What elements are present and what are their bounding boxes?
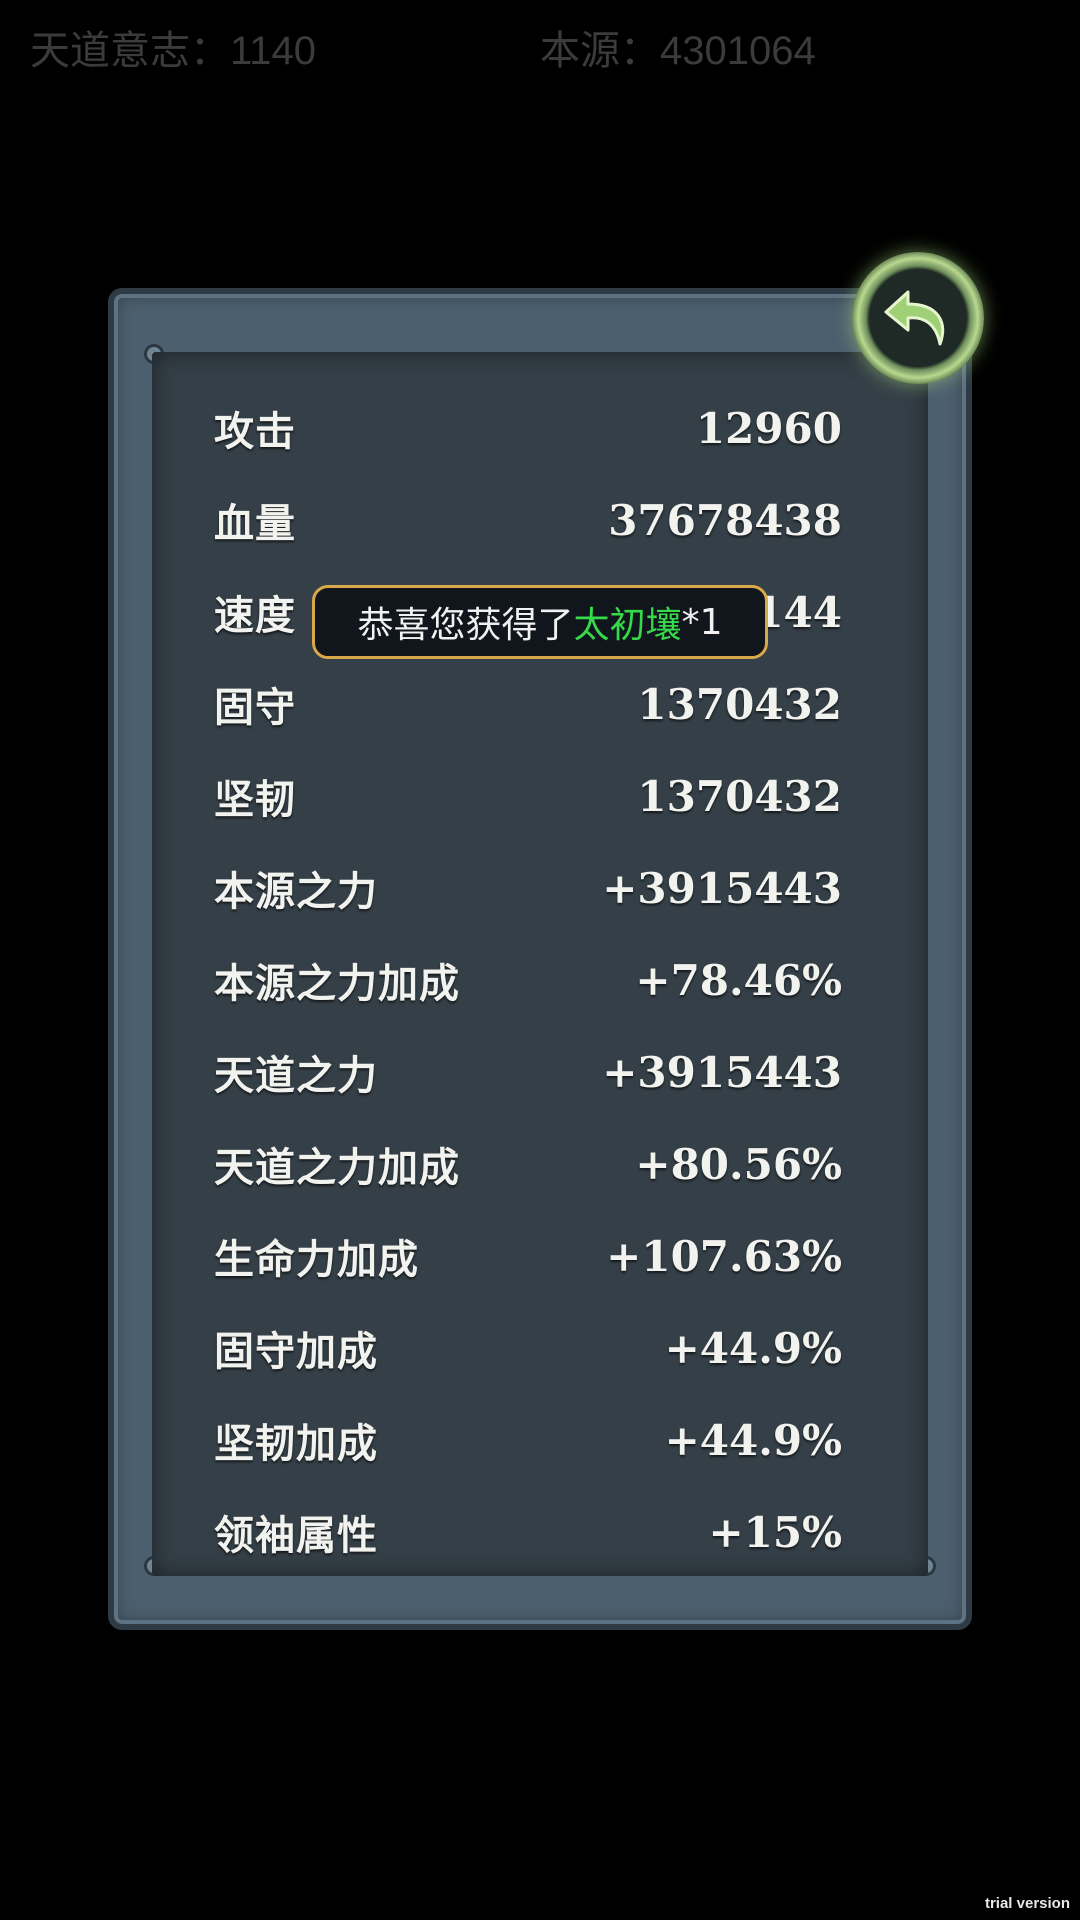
trial-watermark: trial version [984,1895,1070,1912]
stat-value: +15% [708,1507,842,1557]
stat-value: +3915443 [602,863,842,913]
stat-label: 速度 [214,593,296,639]
stat-label: 攻击 [214,409,296,455]
stat-value: 1370432 [637,771,842,821]
stat-value: +107.63% [606,1231,842,1281]
stat-value: 37678438 [608,495,842,545]
stat-label: 生命力加成 [214,1237,419,1283]
stat-row-defense: 固守 1370432 [152,658,928,750]
stat-label: 本源之力 [214,869,378,915]
stat-label: 天道之力 [214,1053,378,1099]
stat-row-origin-power: 本源之力 +3915443 [152,842,928,934]
stat-label: 天道之力加成 [214,1145,460,1191]
stats-panel: 攻击 12960 血量 37678438 速度 144 固守 1370432 坚… [108,288,972,1630]
stat-value: +80.56% [635,1139,842,1189]
stat-label: 坚韧 [214,777,296,823]
back-arrow-icon [884,290,945,346]
reward-toast: 恭喜您获得了 太初壤 *1 [312,585,768,659]
stat-row-attack: 攻击 12960 [152,382,928,474]
stat-label: 本源之力加成 [214,961,460,1007]
back-button[interactable] [852,252,984,384]
stat-label: 血量 [214,501,296,547]
stat-value: +44.9% [664,1415,842,1465]
stat-row-vitality-bonus: 生命力加成 +107.63% [152,1210,928,1302]
stat-value: 1370432 [637,679,842,729]
stats-screen: 天道意志：1140 本源：4301064 攻击 12960 血量 3767843… [0,0,1080,1920]
stat-value: +78.46% [635,955,842,1005]
stat-label: 领袖属性 [214,1513,378,1559]
stat-label: 固守加成 [214,1329,378,1375]
stat-label: 固守 [214,685,296,731]
stat-row-tiandao-power: 天道之力 +3915443 [152,1026,928,1118]
toast-quantity: *1 [681,601,723,643]
origin-counter: 本源：4301064 [540,29,816,73]
stat-row-toughness-bonus: 坚韧加成 +44.9% [152,1394,928,1486]
tiandao-will-counter: 天道意志：1140 [30,29,317,73]
stat-label: 坚韧加成 [214,1421,378,1467]
toast-prefix: 恭喜您获得了 [357,605,574,646]
stats-scroll-area[interactable]: 攻击 12960 血量 37678438 速度 144 固守 1370432 坚… [152,352,928,1576]
stat-row-defense-bonus: 固守加成 +44.9% [152,1302,928,1394]
stat-value: 12960 [695,403,842,453]
stat-row-toughness: 坚韧 1370432 [152,750,928,842]
stat-row-tiandao-power-bonus: 天道之力加成 +80.56% [152,1118,928,1210]
stat-value: +44.9% [664,1323,842,1373]
stat-row-leader-attribute: 领袖属性 +15% [152,1486,928,1576]
stat-list: 攻击 12960 血量 37678438 速度 144 固守 1370432 坚… [152,382,928,1576]
stat-value: +3915443 [602,1047,842,1097]
stat-row-hp: 血量 37678438 [152,474,928,566]
toast-item-name: 太初壤 [573,605,682,646]
stat-row-origin-power-bonus: 本源之力加成 +78.46% [152,934,928,1026]
